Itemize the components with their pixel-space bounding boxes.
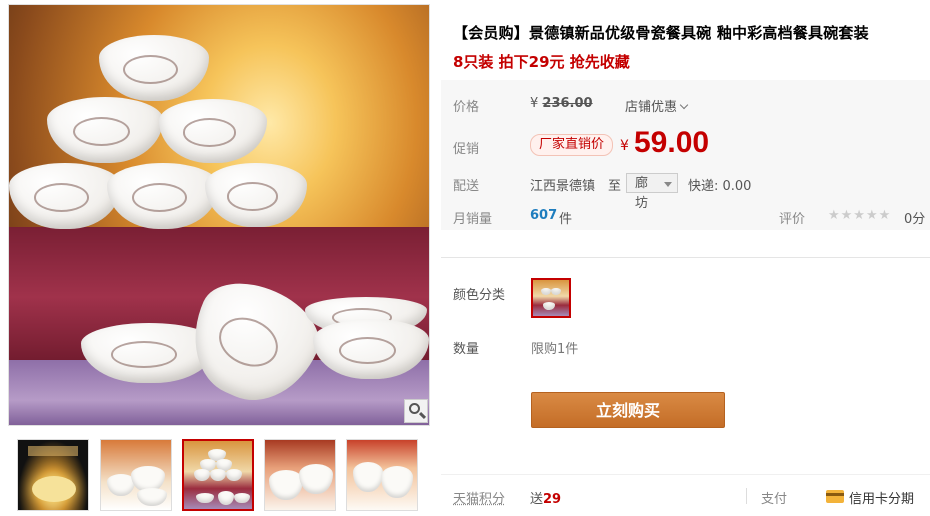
promo-price: 59.00 [634, 126, 710, 159]
thumbnail-2[interactable] [100, 439, 172, 511]
bowl [107, 163, 219, 229]
promo-label: 促销 [453, 142, 480, 157]
color-label: 颜色分类 [453, 288, 506, 303]
bowl [205, 163, 307, 227]
store-promo-label: 店铺优惠 [625, 100, 678, 115]
points-value: 送29 [530, 488, 561, 507]
price-label: 价格 [453, 100, 480, 115]
zoom-icon[interactable] [404, 399, 428, 423]
bowl [47, 97, 163, 163]
thumbnail-1[interactable] [17, 439, 89, 511]
points-number: 29 [543, 492, 562, 507]
destination-select[interactable]: 廊坊 [626, 173, 678, 211]
credit-card-icon [826, 490, 844, 503]
thumbnail-3-selected[interactable] [182, 439, 254, 511]
points-text: 送 [530, 492, 544, 507]
sales-label: 月销量 [453, 212, 493, 227]
bowl [159, 99, 267, 163]
promo-currency: ¥ [620, 138, 629, 154]
ship-to-text: 至 [608, 179, 622, 194]
original-price-value: 236.00 [542, 96, 593, 111]
thumbnail-5[interactable] [346, 439, 418, 511]
points-label[interactable]: 天猫积分 [453, 488, 505, 507]
destination-value: 廊坊 [635, 176, 649, 211]
product-subtitle: 8只装 拍下29元 抢先收藏 [453, 53, 630, 71]
promo-tag: 厂家直销价 [530, 134, 614, 156]
quantity-label: 数量 [453, 342, 480, 357]
footer-divider [441, 474, 930, 475]
original-price: ¥ 236.00 [530, 96, 593, 111]
product-title: 【会员购】景德镇新品优级骨瓷餐具碗 釉中彩高档餐具碗套装 [453, 24, 869, 42]
footer-separator [746, 488, 747, 504]
rating-score[interactable]: 0分 [904, 208, 925, 227]
buy-now-button[interactable]: 立刻购买 [531, 392, 725, 428]
shipping-fee: 快递: 0.00 [688, 179, 752, 194]
sales-unit: 件 [559, 212, 573, 227]
bowl [9, 163, 121, 229]
rating-stars: ★★★★★ [828, 208, 892, 223]
thumbnail-4[interactable] [264, 439, 336, 511]
quantity-limit: 限购1件 [531, 342, 579, 357]
bowl [99, 35, 209, 101]
store-promo-dropdown[interactable]: 店铺优惠 [625, 96, 689, 115]
chevron-down-icon [679, 100, 689, 110]
rating-label: 评价 [779, 212, 806, 227]
installment-link[interactable]: 信用卡分期 [849, 488, 914, 507]
shipping-label: 配送 [453, 179, 480, 194]
color-option-swatch[interactable] [531, 278, 571, 318]
currency-symbol: ¥ [530, 96, 539, 111]
payment-label: 支付 [761, 492, 788, 507]
ship-from: 江西景德镇 [530, 179, 596, 194]
dropdown-arrow-icon [664, 182, 672, 187]
product-main-image[interactable] [8, 4, 430, 426]
sales-count: 607 [530, 208, 558, 223]
divider [441, 257, 930, 258]
